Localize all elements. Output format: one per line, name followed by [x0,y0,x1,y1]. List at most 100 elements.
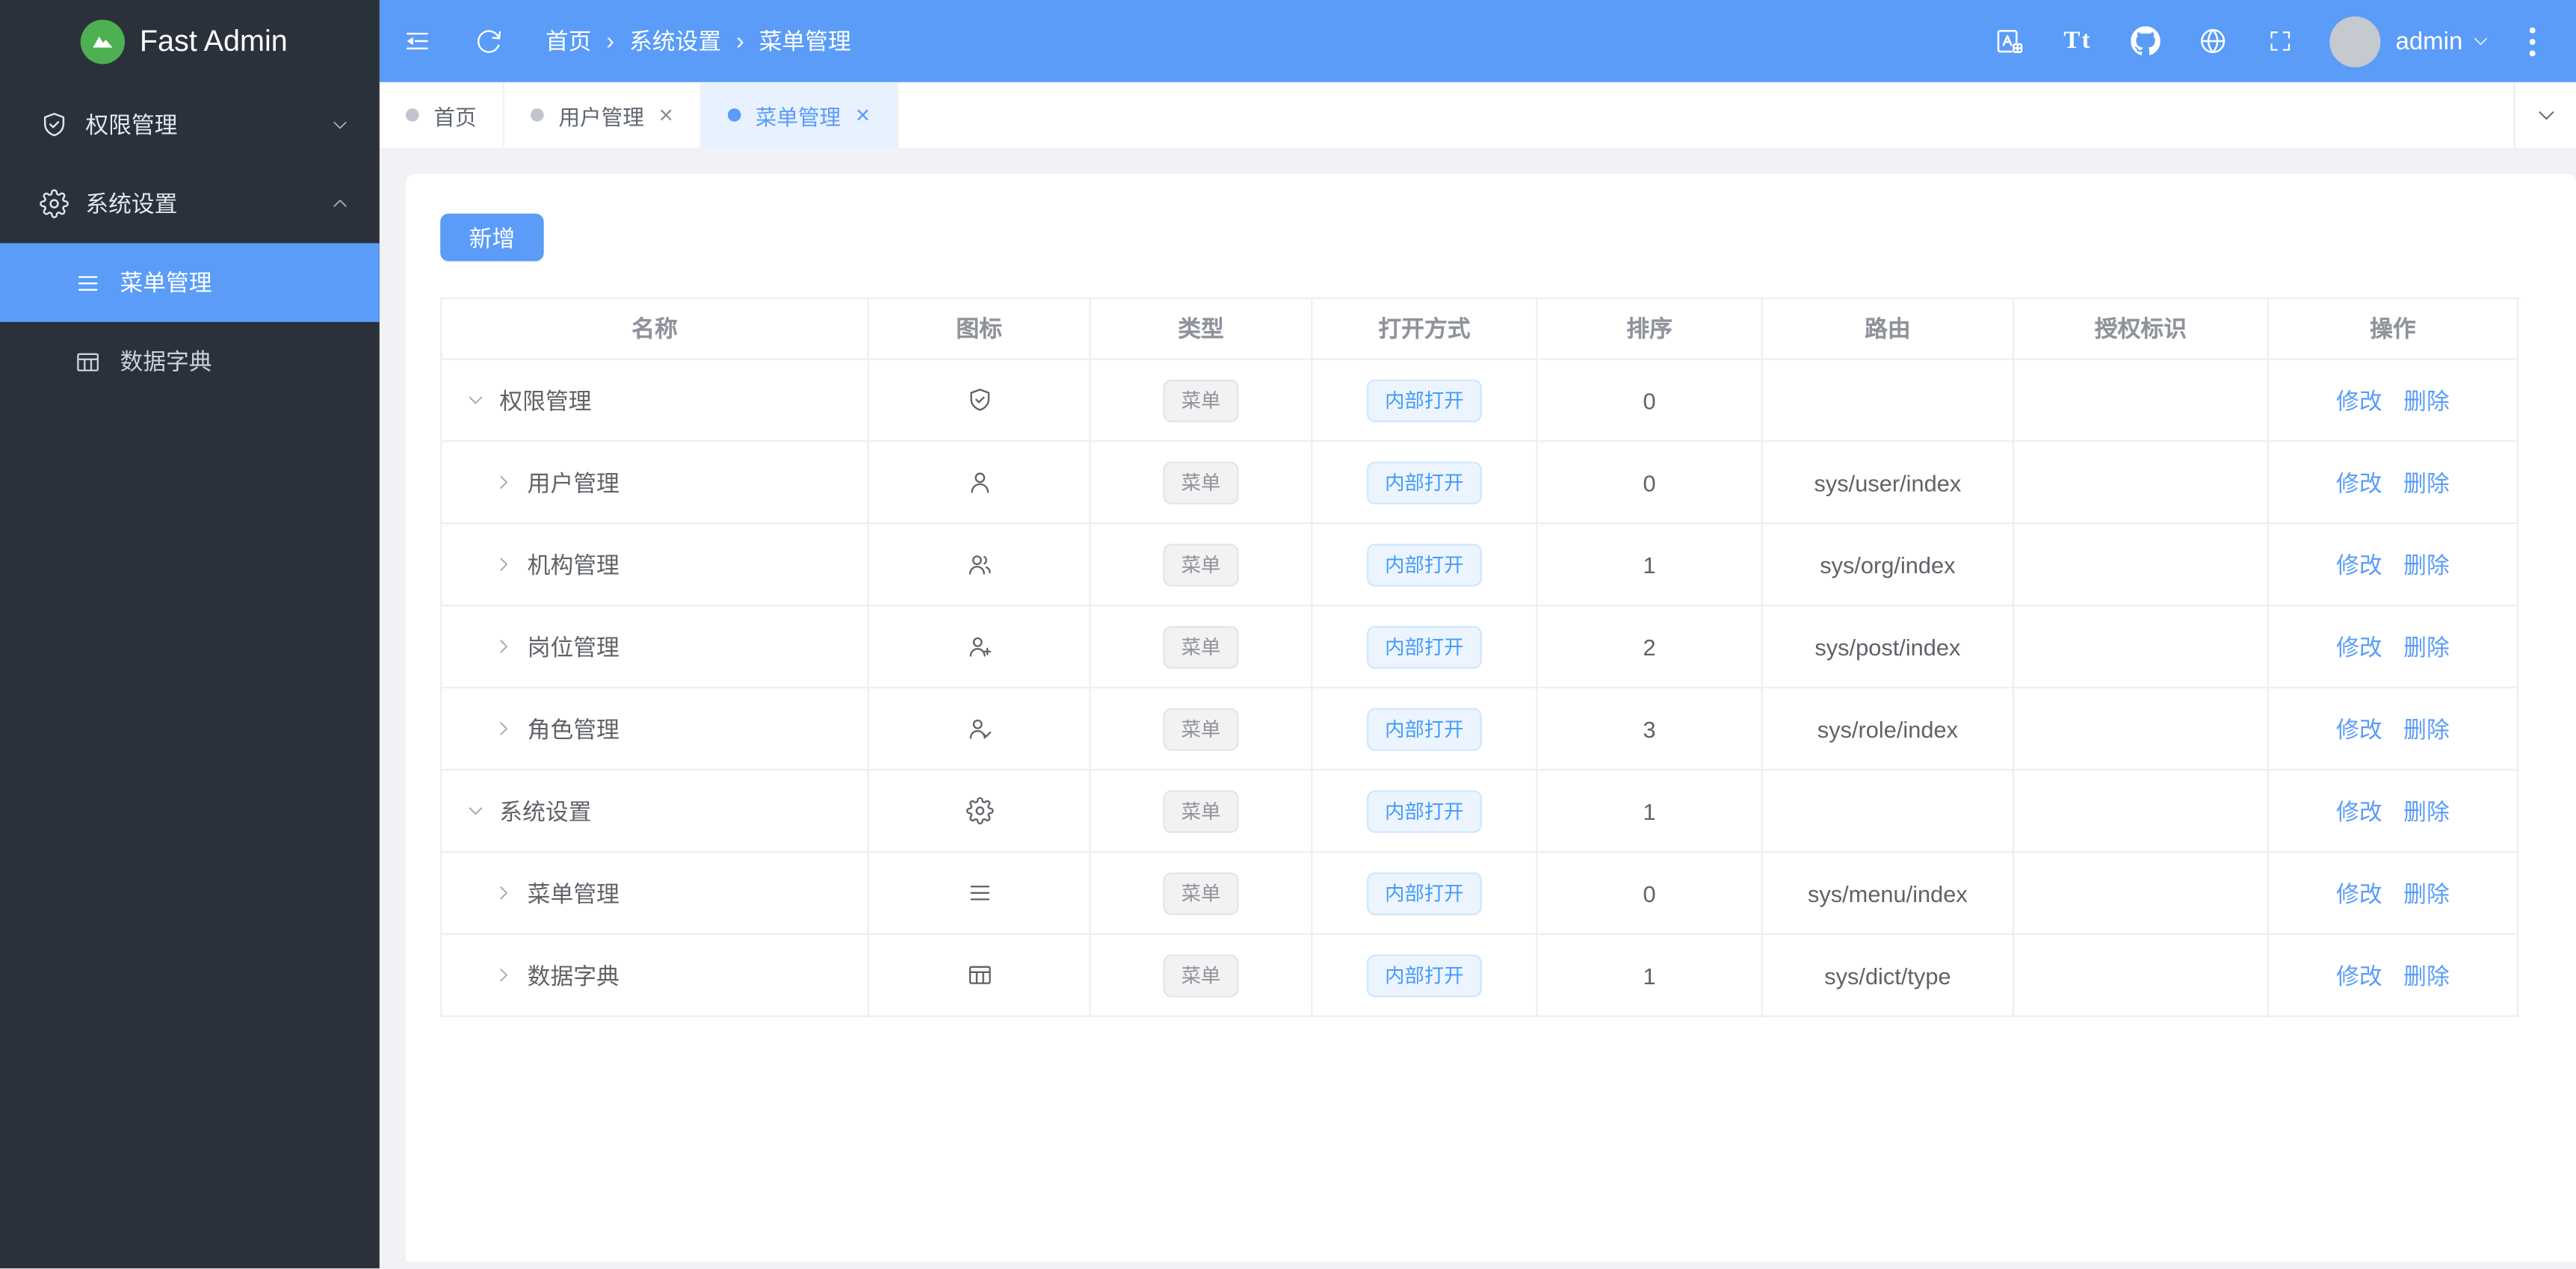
content-panel: 新增 名称 图标 类型 打开方式 排序 路由 授权标识 操作 权限管理 [406,174,2576,1262]
menu-fold-icon[interactable] [403,26,433,56]
delete-link[interactable]: 删除 [2403,959,2450,992]
cell-sort: 2 [1538,606,1763,688]
delete-link[interactable]: 删除 [2403,712,2450,745]
chevron-right-icon[interactable] [493,883,515,904]
edit-link[interactable]: 修改 [2336,548,2382,581]
sidebar-item-system-settings[interactable]: 系统设置 [0,164,380,244]
table-grid-icon [74,348,102,375]
layout-size-icon[interactable] [1977,0,2044,82]
sort-value: 0 [1643,880,1656,906]
cell-sort: 1 [1538,524,1763,606]
cell-open-mode: 内部打开 [1312,606,1537,688]
menu-name: 权限管理 [499,383,591,416]
sidebar-menu: 权限管理 系统设置 菜单管理 [0,82,380,401]
sidebar-item-permission[interactable]: 权限管理 [0,85,380,164]
tab-label: 用户管理 [558,99,643,131]
chevron-down-icon[interactable] [465,800,487,822]
type-badge: 菜单 [1163,789,1238,832]
column-header-sort: 排序 [1538,299,1763,359]
delete-link[interactable]: 删除 [2403,630,2450,663]
mountain-logo-icon [81,19,125,63]
cell-icon [869,771,1091,853]
chevron-down-icon[interactable] [465,389,487,411]
menu-name: 机构管理 [528,548,620,581]
delete-link[interactable]: 删除 [2403,877,2450,910]
open-mode-badge: 内部打开 [1367,543,1482,586]
tabs-dropdown-chevron-down-icon[interactable] [2513,82,2576,148]
chevron-down-icon [2471,31,2490,51]
cell-route [1763,771,2014,853]
chevron-right-icon[interactable] [493,718,515,740]
sidebar-item-menu-management[interactable]: 菜单管理 [0,243,380,322]
edit-link[interactable]: 修改 [2336,630,2382,663]
menu-list-icon [74,268,102,296]
cell-open-mode: 内部打开 [1312,853,1537,935]
cell-permission [2014,853,2269,935]
app-window: Fast Admin 权限管理 系统设置 [0,0,2576,1268]
menu-name: 角色管理 [528,712,620,745]
chevron-right-icon[interactable] [493,964,515,986]
cell-permission [2014,935,2269,1017]
tab-user-management[interactable]: 用户管理 × [504,82,701,148]
cell-type: 菜单 [1091,688,1313,771]
cell-route: sys/menu/index [1763,853,2014,935]
edit-link[interactable]: 修改 [2336,794,2382,827]
tab-home[interactable]: 首页 [380,82,504,148]
chevron-right-icon[interactable] [493,554,515,575]
delete-link[interactable]: 删除 [2403,466,2450,498]
chevron-right-icon[interactable] [493,472,515,493]
cell-type: 菜单 [1091,442,1313,524]
cell-icon [869,688,1091,771]
globe-icon[interactable] [2178,0,2246,82]
delete-link[interactable]: 删除 [2403,383,2450,416]
sort-value: 0 [1643,469,1656,495]
delete-link[interactable]: 删除 [2403,794,2450,827]
gear-icon [40,189,70,219]
github-icon[interactable] [2111,0,2178,82]
route-value: sys/dict/type [1824,962,1950,988]
cell-route: sys/user/index [1763,442,2014,524]
edit-link[interactable]: 修改 [2336,959,2382,992]
edit-link[interactable]: 修改 [2336,466,2382,498]
column-header-route: 路由 [1763,299,2014,359]
sidebar-item-label: 菜单管理 [120,266,211,299]
tab-label: 首页 [433,99,476,131]
sort-value: 2 [1643,633,1656,659]
cell-sort: 3 [1538,688,1763,771]
refresh-icon[interactable] [475,27,502,55]
edit-link[interactable]: 修改 [2336,712,2382,745]
delete-link[interactable]: 删除 [2403,548,2450,581]
table-header-row: 名称 图标 类型 打开方式 排序 路由 授权标识 操作 [442,299,2520,359]
cell-actions: 修改 删除 [2269,688,2518,771]
breadcrumb-system-settings[interactable]: 系统设置 [629,25,721,58]
close-icon[interactable]: × [856,102,870,127]
add-button[interactable]: 新增 [440,214,543,262]
cell-permission [2014,442,2269,524]
fullscreen-icon[interactable] [2246,0,2313,82]
tab-menu-management[interactable]: 菜单管理 × [701,82,898,148]
type-badge: 菜单 [1163,871,1238,914]
cell-actions: 修改 删除 [2269,359,2518,442]
font-size-icon[interactable]: Tt [2044,0,2111,82]
sort-value: 3 [1643,715,1656,741]
kebab-menu-icon[interactable] [2504,0,2560,82]
table-row: 用户管理 菜单 内部打开 0 sys/user/index 修改 删除 [442,442,2520,524]
breadcrumb-home[interactable]: 首页 [546,25,592,58]
cell-open-mode: 内部打开 [1312,935,1537,1017]
chevron-right-icon[interactable] [493,636,515,658]
sidebar-item-data-dictionary[interactable]: 数据字典 [0,322,380,401]
column-header-permission: 授权标识 [2014,299,2269,359]
edit-link[interactable]: 修改 [2336,383,2382,416]
user-menu[interactable]: admin [2330,16,2491,67]
close-icon[interactable]: × [659,102,673,127]
cell-open-mode: 内部打开 [1312,359,1537,442]
cell-permission [2014,606,2269,688]
shield-check-icon [40,110,70,140]
breadcrumb-menu-management[interactable]: 菜单管理 [759,25,851,58]
table-body: 权限管理 菜单 内部打开 0 修改 删除 用户管理 [442,359,2520,1016]
user-name: admin [2395,27,2462,55]
edit-link[interactable]: 修改 [2336,877,2382,910]
cell-type: 菜单 [1091,606,1313,688]
cell-sort: 0 [1538,359,1763,442]
chevron-right-icon: › [606,27,614,55]
